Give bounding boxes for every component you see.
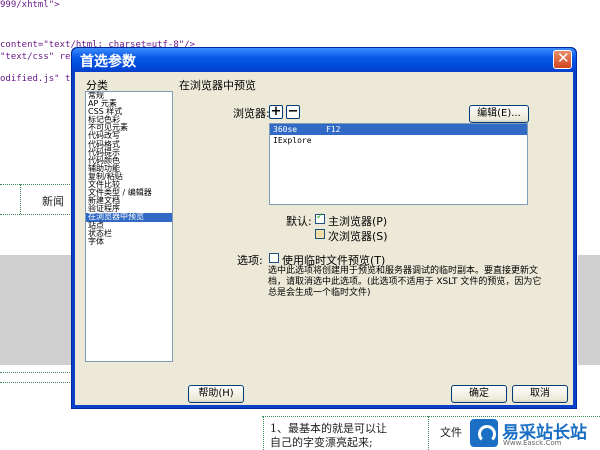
dialog-title: 首选参数 [80,54,136,70]
site-logo-icon [470,419,498,447]
add-browser-button[interactable]: + [269,105,283,119]
close-icon: ✕ [557,49,570,67]
close-button[interactable]: ✕ [553,49,572,69]
watermark: 易采站长站 Www.Easck.Com [470,417,600,450]
browser-item[interactable]: IExplore [270,135,527,146]
background-content-line: 自己的字变漂亮起来; [270,436,373,449]
layout-guide [0,382,72,383]
code-line: "text/css" re [0,52,71,62]
ok-button[interactable]: 确定 [451,385,507,403]
dialog-body: 分类 常规 AP 元素 CSS 样式 标记色彩 不可见元素 代码改写 代码格式 代码提示 代码颜… [75,72,573,405]
category-list[interactable]: 常规 AP 元素 CSS 样式 标记色彩 不可见元素 代码改写 代码格式 代码提示 代码颜色 辅助… [85,91,173,362]
help-button[interactable]: 帮助(H) [188,385,244,403]
code-line: odified.js" ty [0,74,76,84]
layout-guide [0,372,72,373]
browser-list[interactable]: 360se F12 IExplore [269,123,528,205]
primary-browser-checkbox[interactable] [315,212,325,224]
secondary-browser-label: 次浏览器(S) [328,230,388,243]
temp-file-checkbox[interactable] [269,253,279,263]
layout-guide [0,184,72,185]
cancel-button[interactable]: 取消 [512,385,568,403]
dialog-titlebar[interactable]: 首选参数 ✕ [72,48,576,72]
background-right-text: 文件 [440,426,462,439]
default-label: 默认: [286,215,312,228]
background-gray-block [0,255,72,365]
background-tab-text: 新闻 [42,195,64,208]
plus-icon: + [270,104,282,119]
minus-icon: − [287,104,299,119]
layout-guide [0,214,72,215]
section-title: 在浏览器中预览 [179,79,256,92]
code-line: 999/xhtml"> [0,0,60,10]
options-label: 选项: [237,254,263,267]
edit-browser-button[interactable]: 编辑(E)... [469,105,529,123]
layout-guide [20,184,21,214]
primary-browser-label: 主浏览器(P) [328,215,388,228]
browser-item[interactable]: 360se F12 [270,124,527,135]
watermark-url: Www.Easck.Com [503,439,562,447]
layout-guide [428,416,429,450]
background-gray-block [578,255,600,365]
preferences-dialog: 首选参数 ✕ 分类 常规 AP 元素 CSS 样式 标记色彩 不可见元素 代码改写 代码格式… [71,47,577,409]
browsers-label: 浏览器: [233,107,270,120]
layout-guide [263,416,264,450]
temp-file-description: 选中此选项将创建用于预览和服务器调试的临时副本。要直接更新文档，请取消选中此选项… [268,266,542,298]
category-item[interactable]: 字体 [86,237,172,246]
remove-browser-button[interactable]: − [286,105,300,119]
secondary-browser-checkbox[interactable] [315,229,325,239]
